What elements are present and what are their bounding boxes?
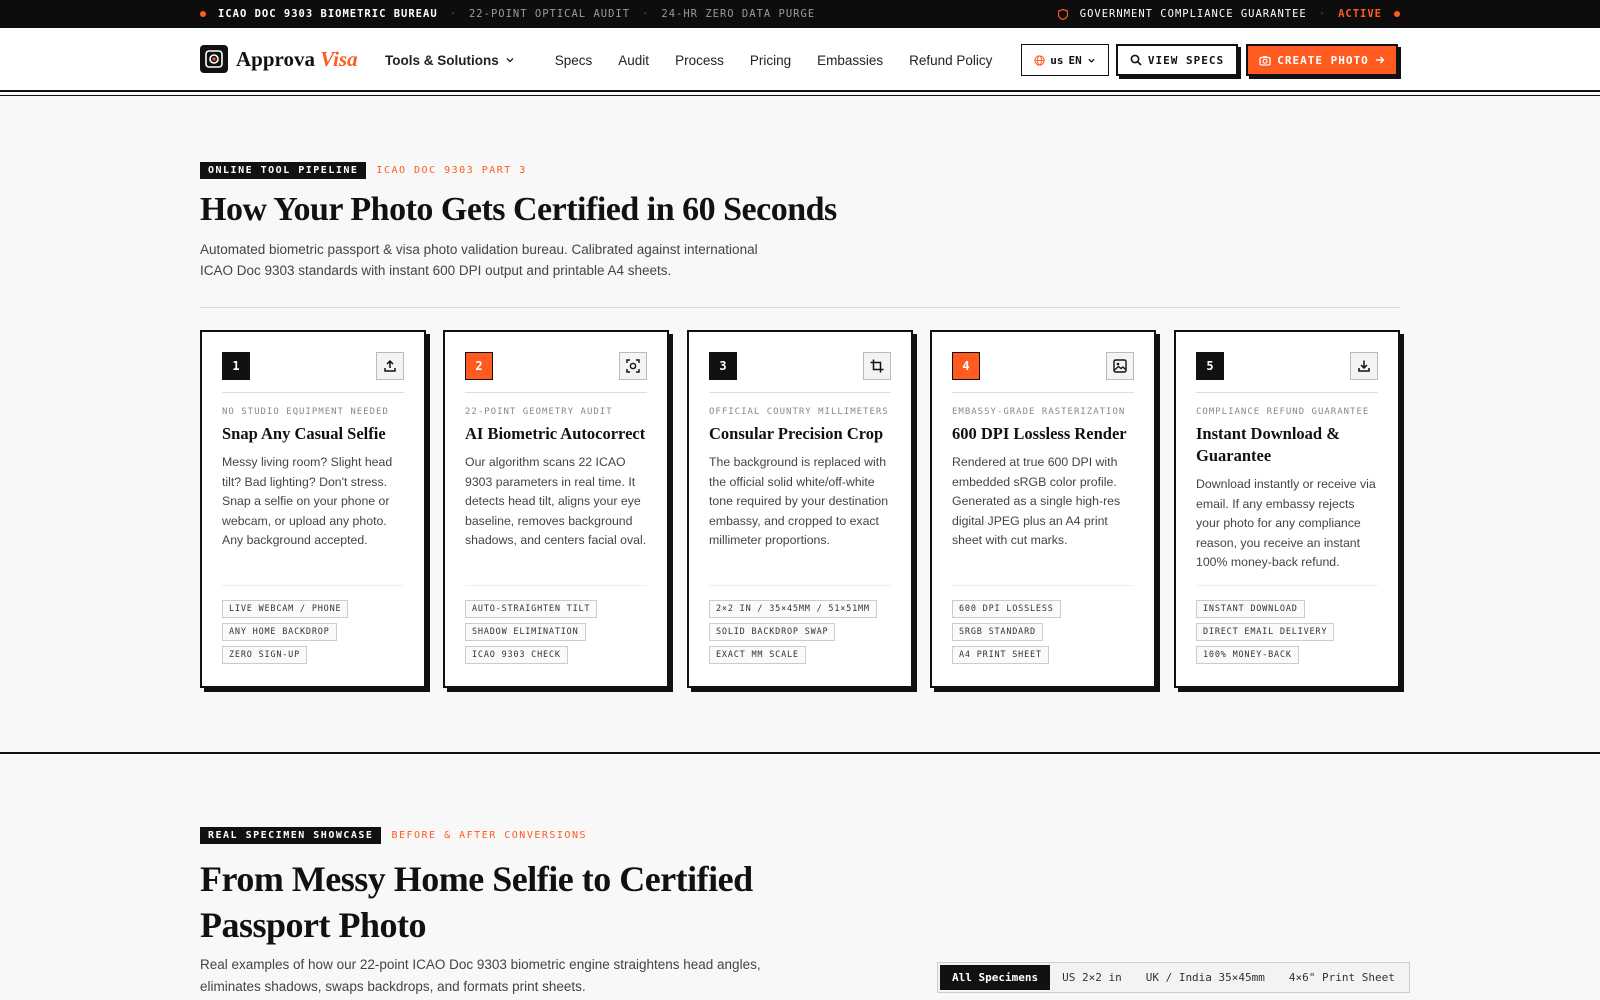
topbar-item: 24-HR ZERO DATA PURGE bbox=[661, 8, 816, 20]
status-badge: ACTIVE bbox=[1338, 8, 1382, 20]
section-lede: Real examples of how our 22-point ICAO D… bbox=[200, 957, 761, 994]
nav-dropdown-tools[interactable]: Tools & Solutions bbox=[385, 53, 515, 68]
feature-tag: 2×2 IN / 35×45MM / 51×51MM bbox=[709, 600, 877, 618]
chevron-down-icon bbox=[1088, 58, 1095, 63]
nav-link-pricing[interactable]: Pricing bbox=[750, 53, 791, 68]
camera-icon bbox=[1259, 55, 1271, 66]
feature-tag: ANY HOME BACKDROP bbox=[222, 623, 337, 641]
step-kicker: 22-POINT GEOMETRY AUDIT bbox=[465, 407, 613, 417]
arrow-right-icon bbox=[1375, 56, 1385, 64]
section-subtag: ICAO DOC 9303 PART 3 bbox=[376, 165, 527, 176]
feature-tag: ZERO SIGN-UP bbox=[222, 646, 308, 664]
filter-tab-print-sheet[interactable]: 4×6" Print Sheet bbox=[1277, 965, 1407, 990]
step-title: Instant Download & Guarantee bbox=[1196, 424, 1340, 465]
globe-icon bbox=[1034, 54, 1045, 66]
step-card-4: 4 EMBASSY-GRADE RASTERIZATION 600 DPI Lo… bbox=[930, 330, 1156, 688]
nav-link-audit[interactable]: Audit bbox=[618, 53, 649, 68]
feature-tag: AUTO-STRAIGHTEN TILT bbox=[465, 600, 598, 618]
main-navigation: Approva Visa Tools & Solutions Specs Aud… bbox=[0, 28, 1600, 96]
image-icon bbox=[1106, 352, 1134, 380]
section-title: From Messy Home Selfie to Certified Pass… bbox=[200, 859, 753, 945]
feature-tag: 100% MONEY-BACK bbox=[1196, 646, 1299, 664]
section-tag: ONLINE TOOL PIPELINE bbox=[200, 162, 367, 179]
lang-flag: us bbox=[1050, 53, 1064, 67]
lang-code: EN bbox=[1068, 53, 1082, 67]
step-body: Rendered at true 600 DPI with embedded s… bbox=[952, 455, 1121, 547]
step-card-1: 1 NO STUDIO EQUIPMENT NEEDED Snap Any Ca… bbox=[200, 330, 426, 688]
section-title: How Your Photo Gets Certified in 60 Seco… bbox=[200, 191, 837, 228]
crop-icon bbox=[863, 352, 891, 380]
step-title: AI Biometric Autocorrect bbox=[465, 424, 646, 443]
active-dot-icon bbox=[1394, 11, 1400, 17]
logo-text: Approva Visa bbox=[236, 46, 358, 71]
specimen-filter-tabs: All Specimens US 2×2 in UK / India 35×45… bbox=[937, 962, 1410, 993]
feature-tag: DIRECT EMAIL DELIVERY bbox=[1196, 623, 1335, 641]
step-card-3: 3 OFFICIAL COUNTRY MILLIMETERS Consular … bbox=[687, 330, 913, 688]
feature-tag: A4 PRINT SHEET bbox=[952, 646, 1049, 664]
step-body: Messy living room? Slight head tilt? Bad… bbox=[222, 455, 393, 547]
feature-tag: SHADOW ELIMINATION bbox=[465, 623, 586, 641]
step-kicker: EMBASSY-GRADE RASTERIZATION bbox=[952, 407, 1126, 417]
step-body: The background is replaced with the offi… bbox=[709, 455, 889, 547]
chevron-down-icon bbox=[506, 58, 514, 63]
guarantee-text: GOVERNMENT COMPLIANCE GUARANTEE bbox=[1079, 8, 1307, 20]
step-title: 600 DPI Lossless Render bbox=[952, 424, 1127, 443]
section-lede: Automated biometric passport & visa phot… bbox=[200, 242, 758, 278]
pipeline-cards: 1 NO STUDIO EQUIPMENT NEEDED Snap Any Ca… bbox=[200, 330, 1400, 690]
divider bbox=[200, 307, 1400, 308]
nav-link-specs[interactable]: Specs bbox=[555, 53, 593, 68]
feature-tag: LIVE WEBCAM / PHONE bbox=[222, 600, 349, 618]
nav-link-process[interactable]: Process bbox=[675, 53, 724, 68]
feature-tag: 600 DPI LOSSLESS bbox=[952, 600, 1061, 618]
step-card-5: 5 COMPLIANCE REFUND GUARANTEE Instant Do… bbox=[1174, 330, 1400, 688]
step-card-2: 2 22-POINT GEOMETRY AUDIT AI Biometric A… bbox=[443, 330, 669, 688]
filter-tab-us[interactable]: US 2×2 in bbox=[1050, 965, 1134, 990]
nav-link-refund-policy[interactable]: Refund Policy bbox=[909, 53, 992, 68]
section-subtag: BEFORE & AFTER CONVERSIONS bbox=[391, 830, 587, 841]
step-title: Snap Any Casual Selfie bbox=[222, 424, 386, 443]
topbar-item: 22-POINT OPTICAL AUDIT bbox=[468, 8, 631, 20]
step-number: 5 bbox=[1196, 352, 1224, 380]
feature-tag: ICAO 9303 CHECK bbox=[465, 646, 568, 664]
feature-tag: EXACT MM SCALE bbox=[709, 646, 806, 664]
language-selector[interactable]: us EN bbox=[1021, 44, 1109, 76]
feature-tag: INSTANT DOWNLOAD bbox=[1196, 600, 1305, 618]
step-title: Consular Precision Crop bbox=[709, 424, 884, 443]
search-icon bbox=[1130, 54, 1142, 66]
nav-link-embassies[interactable]: Embassies bbox=[817, 53, 883, 68]
download-icon bbox=[1350, 352, 1378, 380]
create-photo-button[interactable]: CREATE PHOTO bbox=[1246, 44, 1398, 76]
status-dot-icon bbox=[200, 11, 206, 17]
step-number: 1 bbox=[222, 352, 250, 380]
view-specs-button[interactable]: VIEW SPECS bbox=[1116, 44, 1238, 76]
step-kicker: NO STUDIO EQUIPMENT NEEDED bbox=[222, 407, 389, 417]
section-divider bbox=[0, 752, 1600, 754]
step-number: 3 bbox=[709, 352, 737, 380]
section-tag: REAL SPECIMEN SHOWCASE bbox=[200, 827, 382, 844]
filter-tab-all[interactable]: All Specimens bbox=[940, 965, 1051, 990]
feature-tag: SOLID BACKDROP SWAP bbox=[709, 623, 836, 641]
step-number: 4 bbox=[952, 352, 980, 380]
step-body: Download instantly or receive via email.… bbox=[1196, 477, 1376, 569]
step-body: Our algorithm scans 22 ICAO 9303 paramet… bbox=[465, 455, 647, 547]
logo[interactable]: Approva Visa bbox=[200, 45, 358, 73]
top-status-bar: ICAO DOC 9303 BIOMETRIC BUREAU · 22-POIN… bbox=[0, 0, 1600, 28]
filter-tab-uk-india[interactable]: UK / India 35×45mm bbox=[1134, 965, 1277, 990]
step-number: 2 bbox=[465, 352, 493, 380]
shield-icon bbox=[1057, 8, 1068, 20]
step-kicker: COMPLIANCE REFUND GUARANTEE bbox=[1196, 407, 1370, 417]
camera-logo-icon bbox=[200, 45, 228, 73]
bureau-name: ICAO DOC 9303 BIOMETRIC BUREAU bbox=[218, 8, 438, 20]
pipeline-section: ONLINE TOOL PIPELINE ICAO DOC 9303 PART … bbox=[200, 162, 1400, 308]
scan-face-icon bbox=[619, 352, 647, 380]
step-kicker: OFFICIAL COUNTRY MILLIMETERS bbox=[709, 407, 889, 417]
upload-icon bbox=[376, 352, 404, 380]
feature-tag: SRGB STANDARD bbox=[952, 623, 1043, 641]
